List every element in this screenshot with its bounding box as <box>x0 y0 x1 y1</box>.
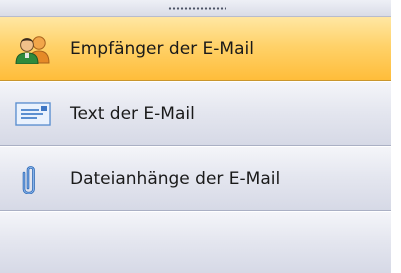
nav-item-label: Text der E-Mail <box>70 104 195 124</box>
paperclip-icon <box>22 166 35 194</box>
grip-dots-icon <box>168 7 226 10</box>
nav-item-label: Dateianhänge der E-Mail <box>70 169 281 189</box>
splitter-handle[interactable] <box>0 0 391 17</box>
nav-item-attachments[interactable]: Dateianhänge der E-Mail <box>0 147 391 211</box>
email-text-icon <box>15 102 51 126</box>
nav-empty-area <box>0 212 391 273</box>
nav-item-recipients[interactable]: Empfänger der E-Mail <box>0 17 391 81</box>
nav-item-email-text[interactable]: Text der E-Mail <box>0 82 391 146</box>
recipients-icon <box>15 36 50 64</box>
navigation-pane: Empfänger der E-Mail Text der E-Mail Dat… <box>0 0 391 273</box>
nav-item-label: Empfänger der E-Mail <box>70 39 254 59</box>
